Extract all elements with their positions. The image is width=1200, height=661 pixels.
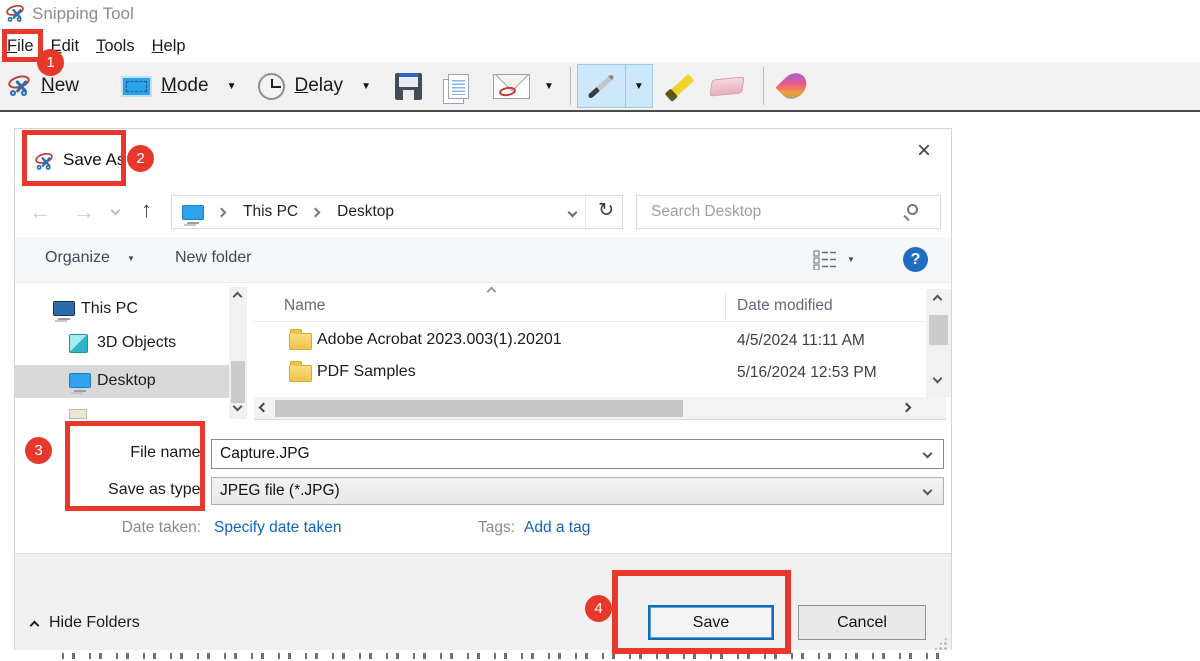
add-a-tag-link[interactable]: Add a tag [524,519,590,537]
new-folder-button[interactable]: New folder [175,249,251,267]
mode-button[interactable]: Mode [161,75,209,97]
save-as-dialog: Save As × ← → ↑ This PC Desktop ↻ Organi… [14,128,952,650]
help-icon[interactable]: ? [903,247,928,272]
pen-dropdown-icon[interactable]: ▼ [634,81,644,92]
search-box[interactable] [636,195,941,229]
tree-item-this-pc[interactable]: This PC [15,295,229,325]
dialog-title: Save As [63,150,125,170]
up-icon[interactable]: ↑ [141,197,152,223]
tree-item-3d-objects[interactable]: 3D Objects [15,329,229,359]
desktop-icon [69,373,91,388]
organize-dropdown-icon: ▼ [127,254,135,263]
breadcrumb-this-pc[interactable]: This PC [243,203,298,221]
column-divider [725,292,726,320]
window-title: Snipping Tool [32,4,134,24]
paint3d-icon[interactable] [775,68,811,104]
toolbar-divider [570,67,571,105]
folder-icon [289,333,312,350]
new-button[interactable]: New [41,75,79,97]
date-taken-label: Date taken: [89,519,201,537]
command-bar: Organize ▼ New folder ▼ ? [15,237,951,283]
resize-grip[interactable] [933,636,948,651]
search-input[interactable] [637,196,940,228]
save-as-type-label: Save as type: [75,481,205,499]
navigation-pane: This PC 3D Objects Desktop [15,287,247,421]
eraser-icon[interactable] [709,76,744,96]
dialog-footer: Hide Folders Save Cancel [15,553,951,650]
menu-file[interactable]: File [7,37,34,56]
forward-icon[interactable]: → [73,199,95,225]
tree-item-desktop[interactable]: Desktop [15,365,229,398]
snipping-tool-logo-icon [6,3,29,24]
this-pc-icon [53,301,75,316]
step4-badge: 4 [585,595,612,622]
delay-button[interactable]: Delay [294,75,343,97]
specify-date-taken-link[interactable]: Specify date taken [214,519,342,537]
views-icon[interactable] [813,250,837,270]
delay-clock-icon[interactable] [258,73,285,100]
pen-button[interactable]: ▼ [577,64,653,108]
divider [585,196,586,228]
highlighter-icon[interactable] [667,73,694,98]
column-header-date-modified[interactable]: Date modified [737,297,833,315]
breadcrumb-separator-icon [217,207,227,217]
views-dropdown-icon[interactable]: ▼ [847,255,855,264]
dialog-logo-icon [35,151,58,172]
copy-icon[interactable] [448,74,469,99]
chevron-down-icon[interactable] [923,486,933,496]
scrollbar-thumb[interactable] [275,400,683,417]
mode-dropdown-icon[interactable]: ▼ [227,81,237,92]
column-header-name[interactable]: Name [284,297,325,315]
new-snip-icon[interactable] [8,73,36,99]
file-row[interactable]: PDF Samples 5/16/2024 12:53 PM [254,360,944,390]
3d-objects-icon [69,334,88,353]
mode-icon[interactable] [121,76,152,97]
save-as-type-select[interactable]: JPEG file (*.JPG) [211,477,944,505]
cut-off-text-strip [62,653,950,659]
menu-bar: File Edit Tools Help [0,31,1200,62]
recent-locations-icon[interactable] [111,206,121,216]
cancel-button[interactable]: Cancel [798,605,926,640]
pen-icon [588,73,615,98]
toolbar-divider [763,67,764,105]
hide-folders-chevron-icon [30,621,40,631]
breadcrumb-separator-icon [311,207,321,217]
file-name-input[interactable] [212,440,943,468]
scrollbar-thumb[interactable] [929,315,948,345]
hide-folders-button[interactable]: Hide Folders [49,614,140,632]
breadcrumb-desktop[interactable]: Desktop [337,203,394,221]
menu-tools[interactable]: Tools [96,37,135,56]
refresh-icon[interactable]: ↻ [598,199,614,222]
address-dropdown-icon[interactable] [568,208,578,218]
step3-badge: 3 [25,437,52,464]
save-button[interactable]: Save [648,605,774,640]
desktop-icon [182,205,204,220]
back-icon[interactable]: ← [29,199,51,225]
delay-dropdown-icon[interactable]: ▼ [361,81,371,92]
email-dropdown-icon[interactable]: ▼ [544,81,554,92]
step2-badge: 2 [127,145,154,172]
organize-button[interactable]: Organize [45,249,110,267]
menu-help[interactable]: Help [152,37,186,56]
scrollbar-thumb[interactable] [231,361,245,403]
search-icon [907,204,918,215]
send-email-icon[interactable] [493,74,530,99]
snipping-toolbar: New Mode ▼ Delay ▼ ▼ ▼ [0,62,1200,112]
column-header-row: Name Date modified [254,292,951,322]
tags-label: Tags: [478,519,515,537]
screen: Snipping Tool File Edit Tools Help New M… [0,0,1200,661]
file-row[interactable]: Adobe Acrobat 2023.003(1).20201 4/5/2024… [254,328,944,358]
step1-badge: 1 [37,49,64,76]
file-name-label: File name: [75,444,205,462]
folder-icon [289,365,312,382]
close-icon[interactable]: × [907,137,941,167]
file-name-field[interactable] [211,439,944,469]
tree-item-partial [69,409,87,419]
save-snip-icon[interactable] [395,73,422,100]
address-bar[interactable]: This PC Desktop ↻ [171,195,623,229]
